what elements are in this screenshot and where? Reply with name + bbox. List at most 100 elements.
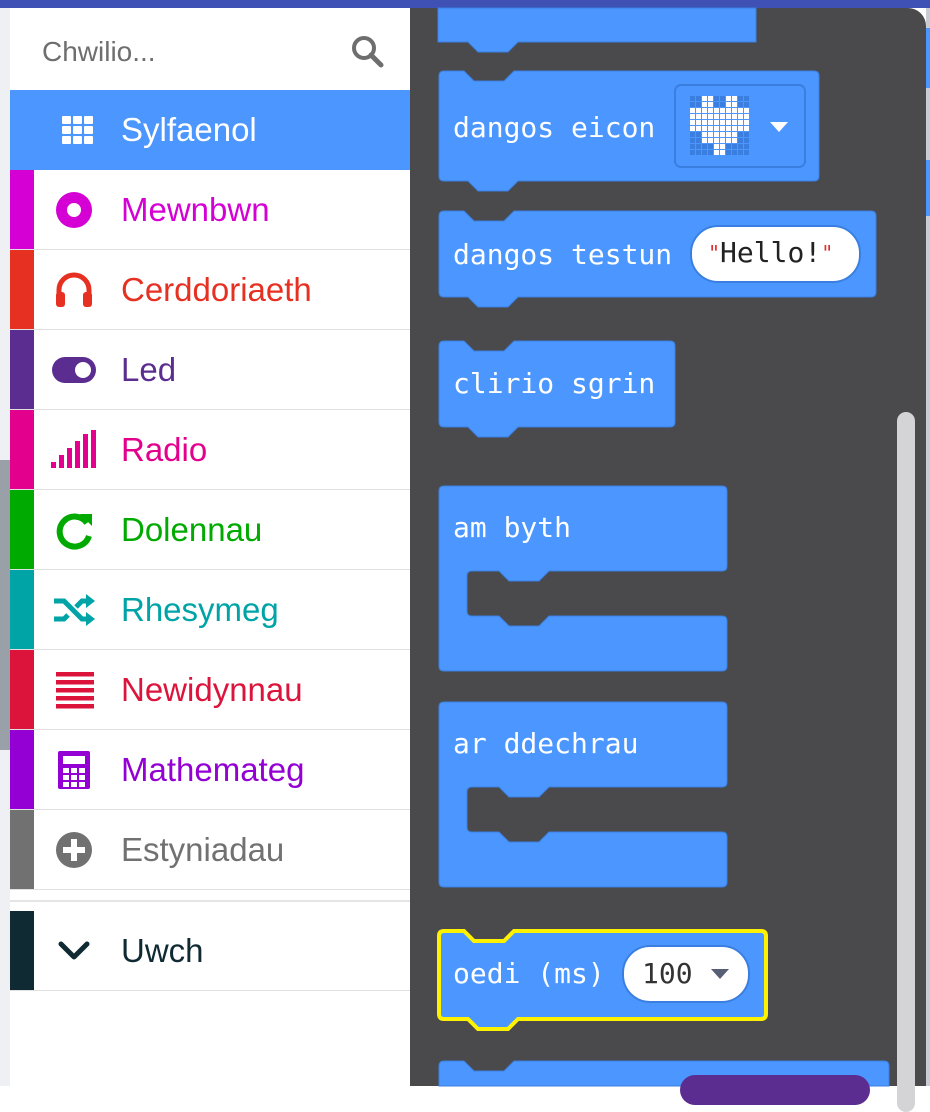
led-pixel: [738, 150, 743, 155]
led-pixel: [744, 138, 749, 143]
purple-reporter[interactable]: [680, 1075, 870, 1105]
led-pixel: [732, 96, 737, 101]
led-pixel: [714, 108, 719, 113]
led-pixel: [708, 138, 713, 143]
led-pixel: [732, 144, 737, 149]
led-pixel: [720, 96, 725, 101]
led-pixel: [732, 102, 737, 107]
chevron-down-icon: [711, 969, 729, 979]
led-pixel: [714, 114, 719, 119]
led-pixel: [738, 144, 743, 149]
led-pixel: [714, 150, 719, 155]
led-pixel: [702, 150, 707, 155]
led-pixel: [720, 108, 725, 113]
led-pixel: [702, 96, 707, 101]
led-pixel: [738, 138, 743, 143]
led-pixel: [720, 114, 725, 119]
led-pixel: [708, 150, 713, 155]
led-pixel: [732, 150, 737, 155]
led-pixel: [714, 138, 719, 143]
led-pixel: [690, 114, 695, 119]
led-pixel: [690, 138, 695, 143]
led-pixel: [696, 132, 701, 137]
led-pixel: [744, 144, 749, 149]
led-pixel: [702, 138, 707, 143]
led-pixel: [708, 108, 713, 113]
led-pixel: [738, 132, 743, 137]
led-pixel: [720, 126, 725, 131]
led-pixel: [708, 114, 713, 119]
led-pixel: [732, 138, 737, 143]
led-pixel: [696, 102, 701, 107]
pause-duration-dropdown[interactable]: 100: [622, 945, 750, 1003]
led-pixel: [720, 120, 725, 125]
string-value: Hello!: [720, 236, 822, 269]
led-pixel: [714, 120, 719, 125]
led-pixel: [732, 132, 737, 137]
led-pixel: [702, 114, 707, 119]
led-pixel: [738, 102, 743, 107]
led-pixel: [744, 96, 749, 101]
led-pixel: [690, 126, 695, 131]
led-pixel: [726, 114, 731, 119]
led-pixel: [720, 102, 725, 107]
led-pixel: [702, 102, 707, 107]
led-pixel: [726, 96, 731, 101]
led-pixel: [720, 132, 725, 137]
led-pixel: [690, 150, 695, 155]
led-pixel: [744, 108, 749, 113]
led-pixel: [726, 108, 731, 113]
led-pixel: [708, 126, 713, 131]
led-pixel: [732, 114, 737, 119]
led-pixel: [714, 96, 719, 101]
led-pixel: [744, 102, 749, 107]
led-pixel: [738, 96, 743, 101]
led-pixel: [744, 150, 749, 155]
led-pixel: [708, 120, 713, 125]
led-pixel: [702, 126, 707, 131]
led-pixel: [696, 150, 701, 155]
led-pixel: [708, 144, 713, 149]
led-pixel: [744, 114, 749, 119]
forever-label: am byth: [453, 511, 572, 544]
led-pixel: [696, 126, 701, 131]
led-pixel: [726, 144, 731, 149]
led-pixel: [738, 120, 743, 125]
show-string-label: dangos testun: [453, 238, 673, 271]
led-pixel: [720, 150, 725, 155]
partial-block-top[interactable]: [437, 7, 757, 53]
led-pixel: [726, 126, 731, 131]
led-pixel: [732, 120, 737, 125]
quote-open-icon: ": [708, 241, 721, 265]
led-pixel: [714, 126, 719, 131]
led-pixel: [714, 132, 719, 137]
led-pixel: [726, 102, 731, 107]
led-pixel: [720, 138, 725, 143]
quote-close-icon: ": [821, 241, 834, 265]
string-input[interactable]: "Hello!": [690, 225, 861, 283]
led-pixel: [690, 120, 695, 125]
clear-screen-label: clirio sgrin: [453, 367, 656, 400]
led-pixel: [696, 138, 701, 143]
led-pixel: [690, 102, 695, 107]
led-pixel: [744, 132, 749, 137]
led-pixel: [708, 102, 713, 107]
led-pixel: [726, 138, 731, 143]
led-pixel: [702, 120, 707, 125]
show-icon-label: dangos eicon: [453, 111, 656, 144]
led-pixel: [708, 96, 713, 101]
led-pixel: [720, 144, 725, 149]
led-pixel: [708, 132, 713, 137]
led-pixel: [714, 144, 719, 149]
pause-label: oedi (ms): [453, 957, 605, 990]
led-pixel: [726, 150, 731, 155]
led-pixel: [714, 102, 719, 107]
led-pixel: [696, 108, 701, 113]
led-pixel: [690, 132, 695, 137]
led-pixel: [696, 114, 701, 119]
on-start-label: ar ddechrau: [453, 727, 639, 760]
led-pixel: [690, 96, 695, 101]
led-pixel: [726, 132, 731, 137]
led-pixel: [738, 108, 743, 113]
led-pixel: [744, 126, 749, 131]
